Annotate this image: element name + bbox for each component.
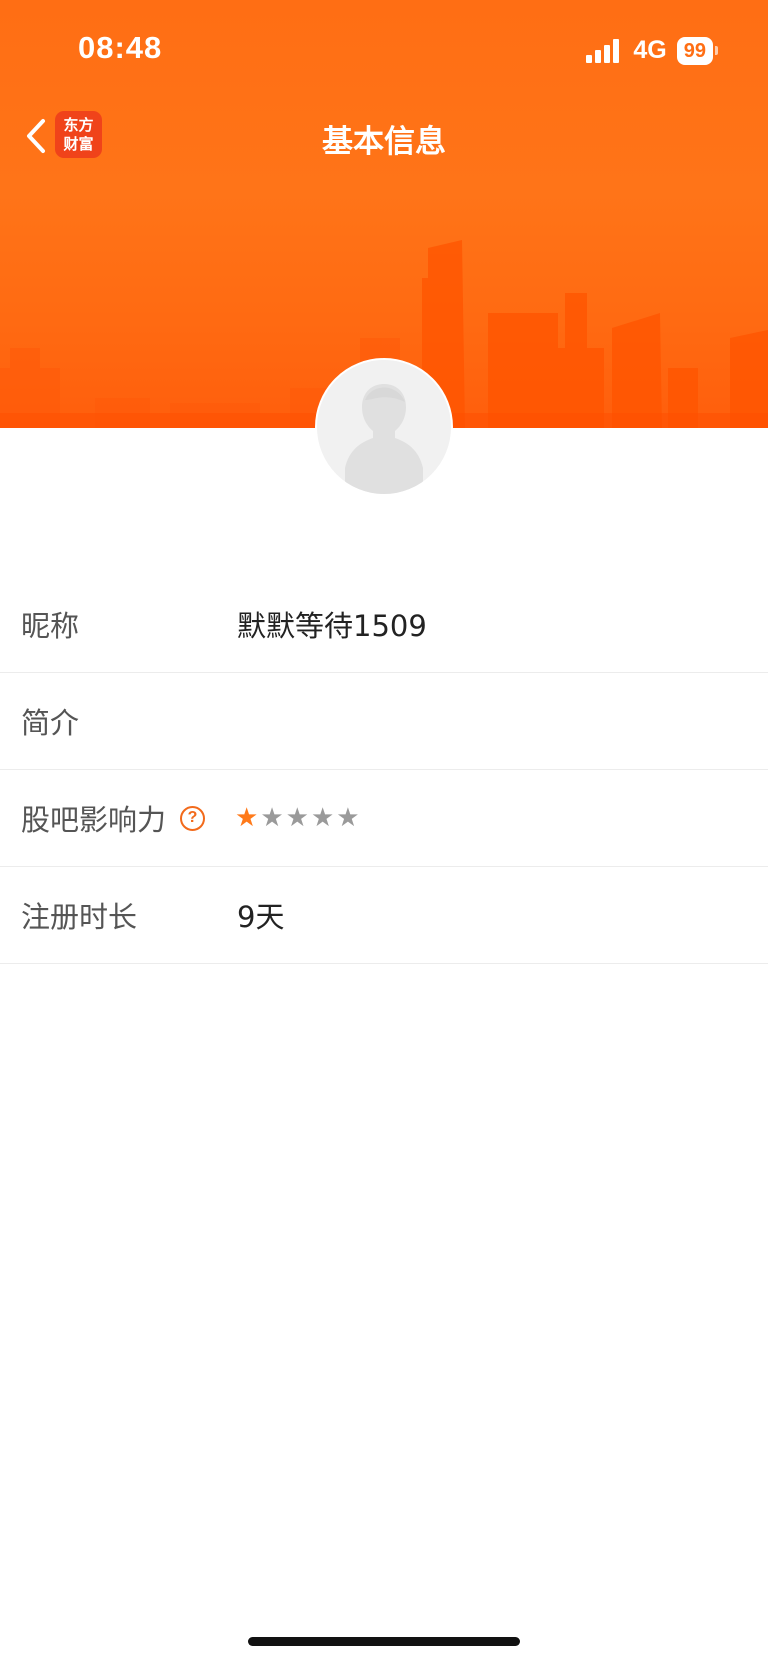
star-empty-icon: ★ — [260, 803, 284, 833]
question-circle-icon[interactable]: ? — [180, 805, 206, 831]
battery-level: 99 — [676, 36, 713, 65]
intro-row[interactable]: 简介 — [0, 673, 768, 770]
influence-label: 股吧影响力 — [21, 803, 167, 837]
battery-tip — [715, 46, 718, 55]
star-empty-icon: ★ — [285, 803, 309, 833]
profile-basic-info-screen: 08:48 4G 99 东方 财富 基本信息 昵称 默默等待1509 简介 股吧… — [0, 0, 768, 1663]
status-bar-time: 08:48 — [78, 30, 163, 65]
nickname-row[interactable]: 昵称 默默等待1509 — [0, 576, 768, 673]
app-logo-button[interactable]: 东方 财富 — [55, 111, 102, 158]
page-title: 基本信息 — [322, 124, 446, 160]
avatar[interactable] — [315, 358, 453, 496]
star-empty-icon: ★ — [336, 803, 360, 833]
cellular-signal-icon — [586, 38, 620, 63]
default-user-avatar-icon — [317, 360, 451, 494]
chevron-left-icon — [27, 119, 45, 153]
nickname-value: 默默等待1509 — [237, 609, 427, 643]
star-filled-icon: ★ — [235, 803, 259, 833]
nickname-label: 昵称 — [21, 609, 80, 643]
register-duration-value: 9天 — [237, 900, 285, 934]
influence-label-group: 股吧影响力 ? — [21, 797, 206, 839]
register-duration-row: 注册时长 9天 — [0, 867, 768, 964]
status-bar-indicators: 4G 99 — [586, 36, 718, 65]
home-indicator[interactable] — [248, 1637, 520, 1646]
star-empty-icon: ★ — [310, 803, 335, 833]
app-logo-line1: 东方 — [63, 115, 94, 134]
influence-row: 股吧影响力 ? ★ ★ ★ ★ ★ — [0, 770, 768, 867]
influence-star-rating: ★ ★ ★ ★ ★ — [235, 805, 360, 831]
basic-info-list: 昵称 默默等待1509 简介 股吧影响力 ? ★ ★ ★ ★ ★ 注册时长 9天 — [0, 576, 768, 964]
network-type-label: 4G — [633, 36, 667, 64]
register-duration-label: 注册时长 — [21, 900, 138, 934]
back-button[interactable] — [16, 112, 56, 160]
battery-icon: 99 — [676, 36, 718, 65]
intro-label: 简介 — [21, 706, 80, 740]
app-logo-line2: 财富 — [63, 134, 94, 153]
